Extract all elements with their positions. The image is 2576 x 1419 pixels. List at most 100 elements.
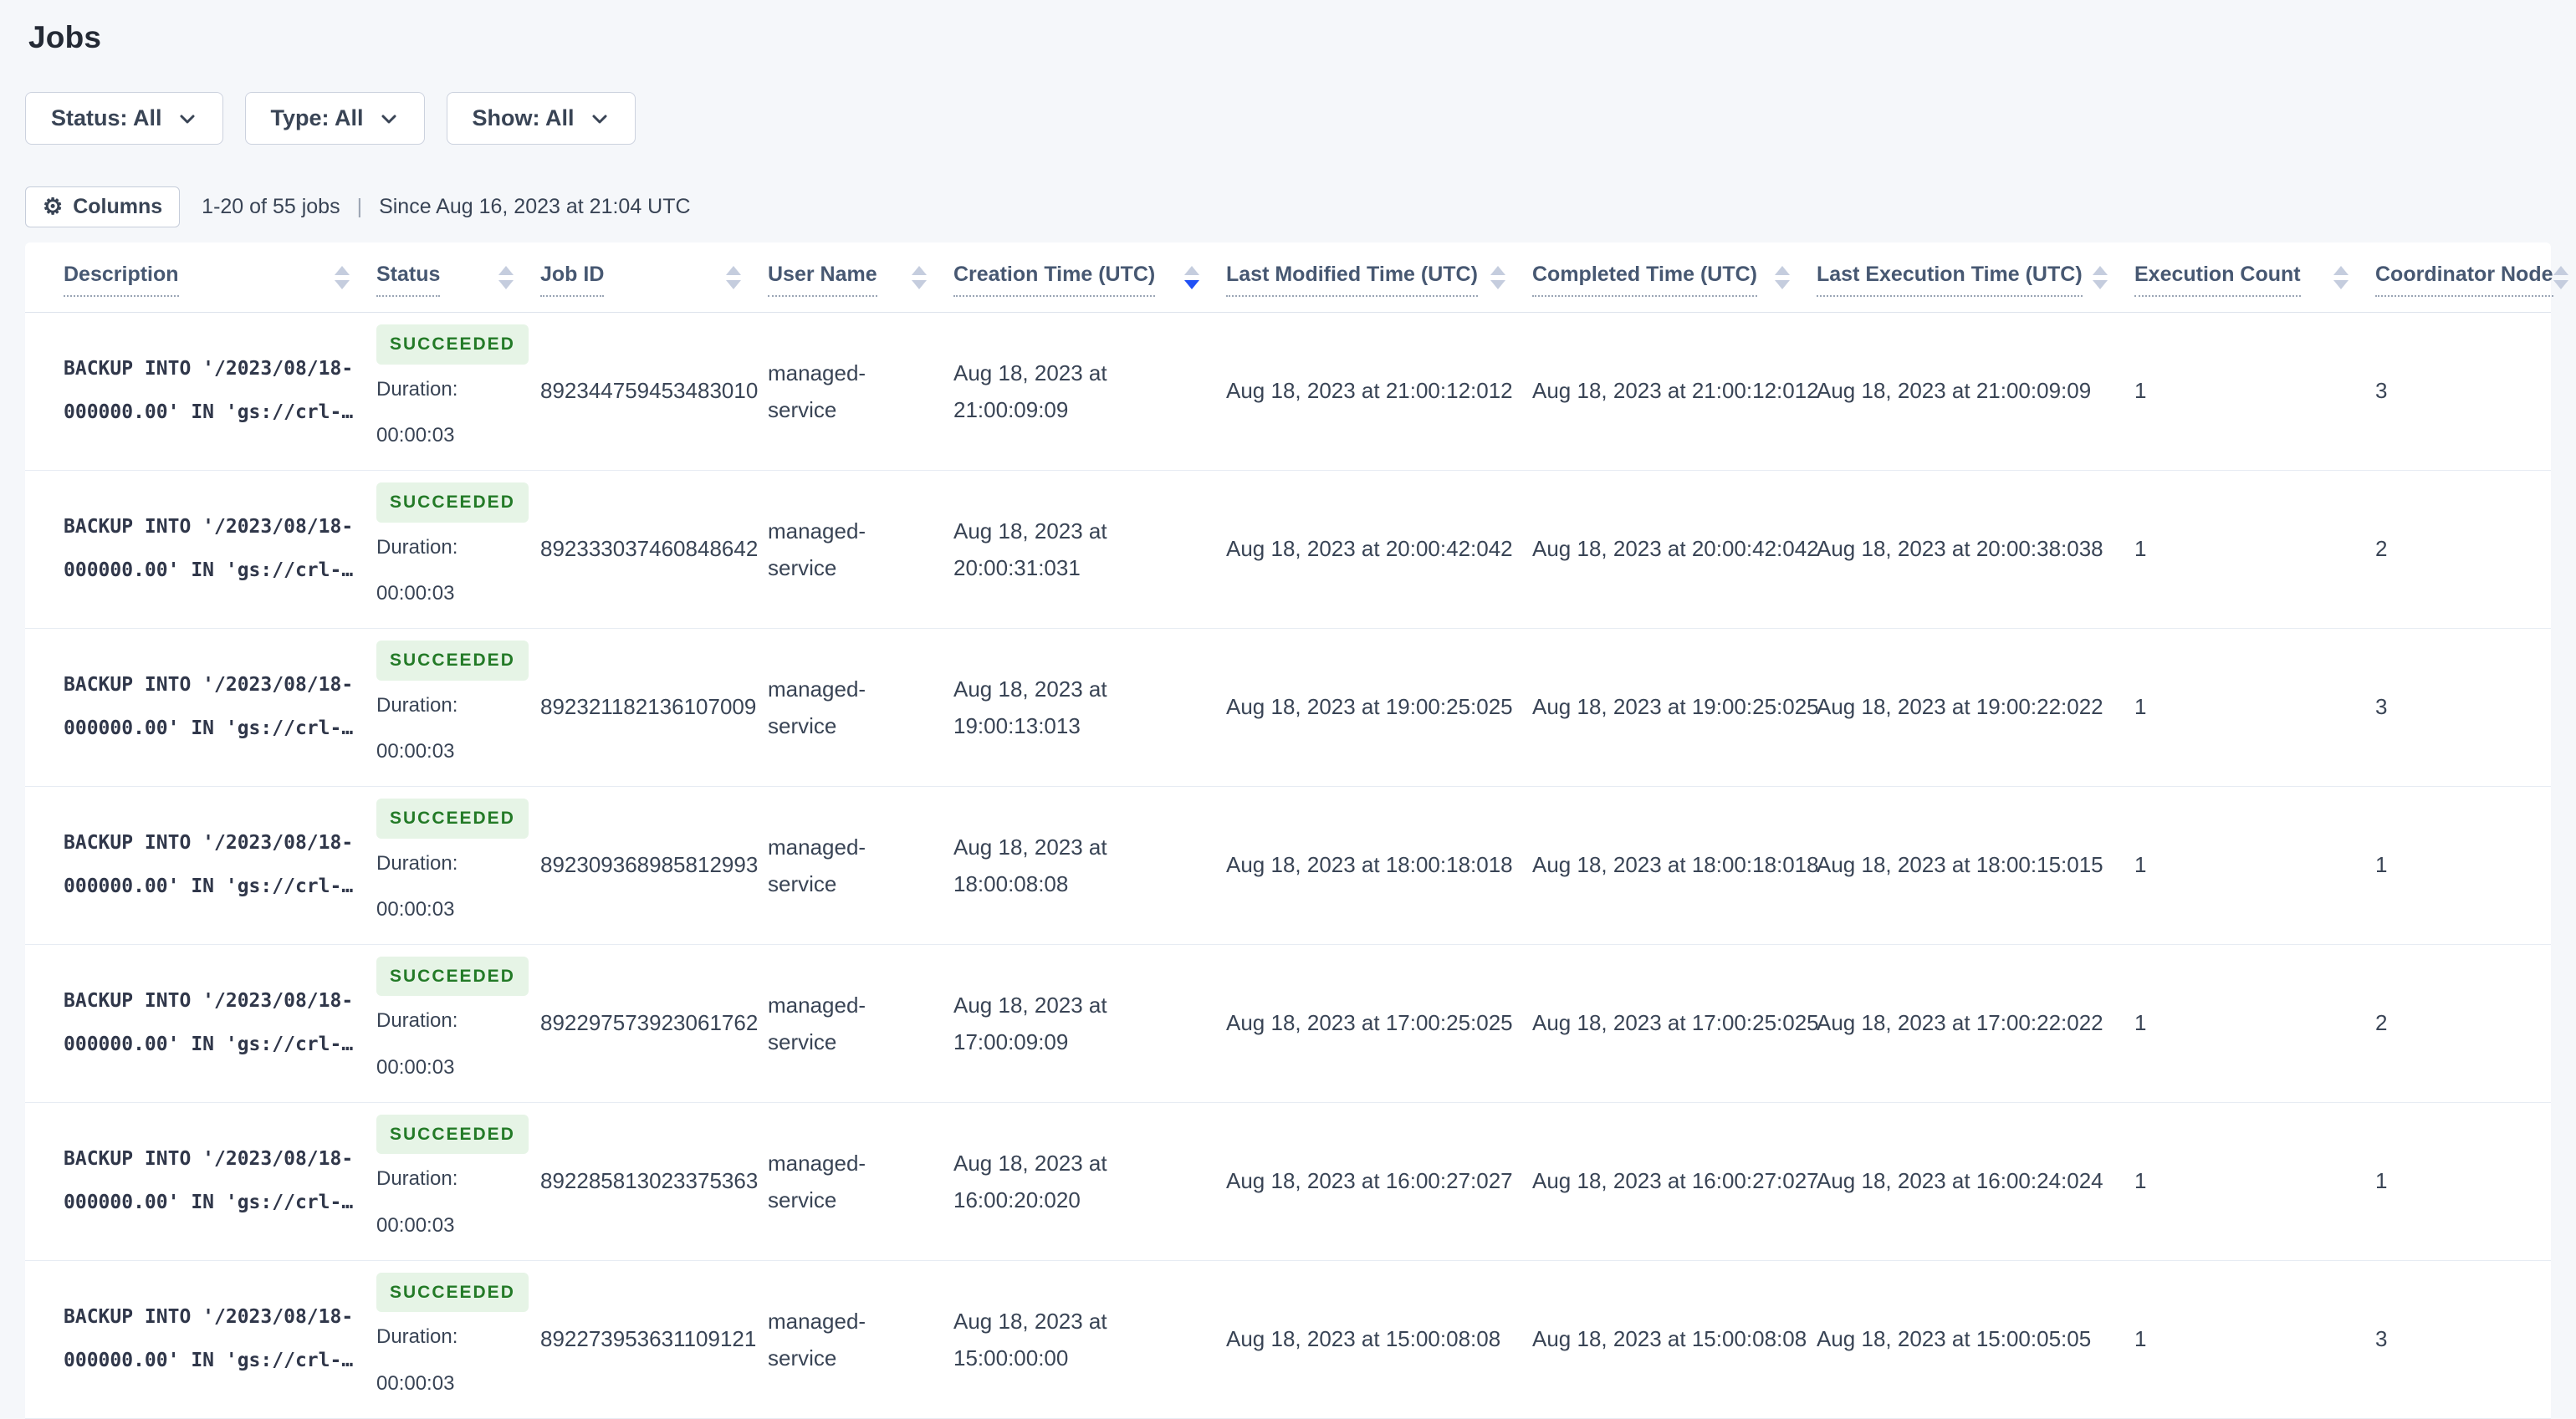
description-cell: BACKUP INTO '/2023/08/18- 000000.00' IN … bbox=[25, 313, 376, 471]
column-header[interactable]: Job ID bbox=[540, 242, 768, 313]
sort-up-arrow bbox=[912, 266, 927, 275]
job-id-cell: 892273953631109121 bbox=[540, 1326, 757, 1351]
table-header-row: Description Status Job ID User Name Crea… bbox=[25, 242, 2568, 313]
user-name: managed-service bbox=[768, 1308, 866, 1371]
column-header[interactable]: Status bbox=[376, 242, 540, 313]
column-header-label: Execution Count bbox=[2134, 263, 2301, 297]
status-cell: SUCCEEDED Duration: 00:00:03 bbox=[376, 944, 540, 1102]
completed-time-cell: Aug 18, 2023 at 19:00:25:025 bbox=[1532, 694, 1819, 720]
duration-value: 00:00:03 bbox=[376, 1371, 455, 1395]
last-execution-time-cell: Aug 18, 2023 at 19:00:22:022 bbox=[1817, 694, 2103, 720]
status-badge: SUCCEEDED bbox=[376, 324, 529, 365]
description-line: BACKUP INTO '/2023/08/18- bbox=[64, 1306, 354, 1329]
sort-down-arrow bbox=[335, 280, 350, 289]
job-id-cell: 892297573923061762 bbox=[540, 1010, 759, 1036]
column-header[interactable]: Description bbox=[25, 242, 376, 313]
creation-time: Aug 18, 2023 at 16:00:20:020 bbox=[953, 1150, 1107, 1212]
creation-time-cell: Aug 18, 2023 at 15:00:00:00 bbox=[953, 1260, 1226, 1418]
last-execution-time-cell: Aug 18, 2023 at 17:00:22:022 bbox=[1817, 1010, 2103, 1036]
sort-icon[interactable] bbox=[2093, 266, 2108, 289]
sort-up-arrow bbox=[335, 266, 350, 275]
column-header[interactable]: User Name bbox=[768, 242, 953, 313]
column-header[interactable]: Creation Time (UTC) bbox=[953, 242, 1226, 313]
description-line: BACKUP INTO '/2023/08/18- bbox=[64, 1148, 354, 1171]
description-line: 000000.00' IN 'gs://crl-… bbox=[64, 717, 354, 739]
sort-icon[interactable] bbox=[2553, 266, 2568, 289]
completed-time-cell: Aug 18, 2023 at 17:00:25:025 bbox=[1532, 1010, 1819, 1036]
sort-icon[interactable] bbox=[498, 266, 514, 289]
duration-value: 00:00:03 bbox=[376, 581, 455, 605]
description-cell: BACKUP INTO '/2023/08/18- 000000.00' IN … bbox=[25, 628, 376, 786]
column-header[interactable]: Last Modified Time (UTC) bbox=[1226, 242, 1532, 313]
description-cell: BACKUP INTO '/2023/08/18- 000000.00' IN … bbox=[25, 1260, 376, 1418]
column-header[interactable]: Last Execution Time (UTC) bbox=[1817, 242, 2134, 313]
status-badge: SUCCEEDED bbox=[376, 482, 529, 523]
creation-time-cell: Aug 18, 2023 at 18:00:08:08 bbox=[953, 786, 1226, 944]
table-row[interactable]: BACKUP INTO '/2023/08/18- 000000.00' IN … bbox=[25, 313, 2551, 471]
completed-time-cell: Aug 18, 2023 at 15:00:08:08 bbox=[1532, 1326, 1807, 1351]
page-title: Jobs bbox=[28, 20, 102, 54]
separator: | bbox=[356, 195, 363, 218]
columns-button[interactable]: ⚙ Columns bbox=[25, 186, 181, 227]
columns-button-label: Columns bbox=[73, 195, 163, 218]
status-badge: SUCCEEDED bbox=[376, 640, 529, 681]
column-header[interactable]: Coordinator Node bbox=[2375, 242, 2568, 313]
duration-value: 00:00:03 bbox=[376, 1213, 455, 1237]
last-modified-time-cell: Aug 18, 2023 at 17:00:25:025 bbox=[1226, 1010, 1513, 1036]
sort-down-arrow bbox=[1184, 280, 1199, 289]
column-header-label: Job ID bbox=[540, 263, 605, 297]
sort-up-arrow bbox=[2553, 266, 2568, 275]
job-id-cell: 892321182136107009 bbox=[540, 694, 757, 720]
table-row[interactable]: BACKUP INTO '/2023/08/18- 000000.00' IN … bbox=[25, 944, 2551, 1103]
sort-icon[interactable] bbox=[335, 266, 350, 289]
duration-label: Duration: bbox=[376, 1325, 458, 1349]
duration-label: Duration: bbox=[376, 1009, 458, 1033]
sort-up-arrow bbox=[1775, 266, 1790, 275]
status-filter-dropdown[interactable]: Status: All bbox=[25, 92, 223, 145]
description-cell: BACKUP INTO '/2023/08/18- 000000.00' IN … bbox=[25, 786, 376, 944]
sort-up-arrow bbox=[2333, 266, 2349, 275]
table-row[interactable]: BACKUP INTO '/2023/08/18- 000000.00' IN … bbox=[25, 786, 2551, 945]
sort-icon[interactable] bbox=[1775, 266, 1790, 289]
user-name: managed-service bbox=[768, 834, 866, 896]
execution-count-cell: 1 bbox=[2134, 378, 2147, 404]
sort-icon[interactable] bbox=[912, 266, 927, 289]
completed-time-cell: Aug 18, 2023 at 21:00:12:012 bbox=[1532, 378, 1819, 404]
completed-time-cell: Aug 18, 2023 at 20:00:42:042 bbox=[1532, 536, 1819, 562]
sort-icon[interactable] bbox=[1184, 266, 1199, 289]
sort-up-arrow bbox=[1184, 266, 1199, 275]
sort-icon[interactable] bbox=[726, 266, 741, 289]
column-header[interactable]: Execution Count bbox=[2134, 242, 2375, 313]
sort-down-arrow bbox=[912, 280, 927, 289]
description-cell: BACKUP INTO '/2023/08/18- 000000.00' IN … bbox=[25, 1102, 376, 1260]
column-header-label: Creation Time (UTC) bbox=[953, 263, 1156, 297]
last-modified-time-cell: Aug 18, 2023 at 19:00:25:025 bbox=[1226, 694, 1513, 720]
results-info: 1-20 of 55 jobs | Since Aug 16, 2023 at … bbox=[202, 195, 690, 219]
execution-count-cell: 1 bbox=[2134, 694, 2147, 720]
column-header-label: Coordinator Node bbox=[2375, 263, 2553, 297]
last-modified-time-cell: Aug 18, 2023 at 21:00:12:012 bbox=[1226, 378, 1513, 404]
sort-down-arrow bbox=[2333, 280, 2349, 289]
status-cell: SUCCEEDED Duration: 00:00:03 bbox=[376, 1260, 540, 1418]
job-id-cell: 892285813023375363 bbox=[540, 1168, 759, 1194]
sort-up-arrow bbox=[1490, 266, 1505, 275]
status-cell: SUCCEEDED Duration: 00:00:03 bbox=[376, 470, 540, 628]
description-line: BACKUP INTO '/2023/08/18- bbox=[64, 674, 354, 697]
sort-icon[interactable] bbox=[1490, 266, 1505, 289]
sort-up-arrow bbox=[726, 266, 741, 275]
creation-time: Aug 18, 2023 at 21:00:09:09 bbox=[953, 360, 1107, 422]
type-filter-dropdown[interactable]: Type: All bbox=[244, 92, 425, 145]
table-row[interactable]: BACKUP INTO '/2023/08/18- 000000.00' IN … bbox=[25, 1102, 2551, 1261]
duration-value: 00:00:03 bbox=[376, 423, 455, 447]
column-header[interactable]: Completed Time (UTC) bbox=[1532, 242, 1817, 313]
filter-bar: Status: All Type: All Show: All bbox=[25, 92, 2551, 145]
table-row[interactable]: BACKUP INTO '/2023/08/18- 000000.00' IN … bbox=[25, 470, 2551, 629]
duration-label: Duration: bbox=[376, 1167, 458, 1191]
table-row[interactable]: BACKUP INTO '/2023/08/18- 000000.00' IN … bbox=[25, 628, 2551, 787]
sort-icon[interactable] bbox=[2333, 266, 2349, 289]
table-row[interactable]: BACKUP INTO '/2023/08/18- 000000.00' IN … bbox=[25, 1260, 2551, 1419]
coordinator-node-cell: 2 bbox=[2375, 1010, 2388, 1036]
last-execution-time-cell: Aug 18, 2023 at 20:00:38:038 bbox=[1817, 536, 2103, 562]
show-filter-dropdown[interactable]: Show: All bbox=[446, 92, 636, 145]
user-name-cell: managed-service bbox=[768, 470, 953, 628]
